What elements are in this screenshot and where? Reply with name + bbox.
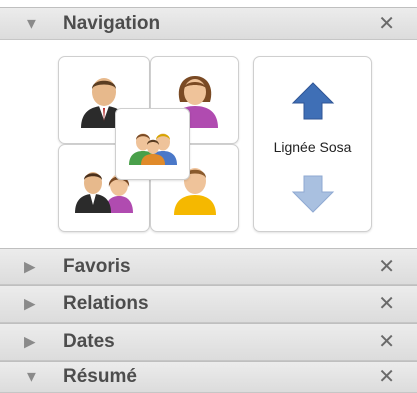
panel-header-resume[interactable]: ▼ Résumé ✕ (0, 361, 417, 393)
close-icon[interactable]: ✕ (378, 294, 395, 314)
disclosure-collapsed-icon[interactable]: ▶ (24, 335, 36, 350)
disclosure-expanded-icon[interactable]: ▼ (24, 16, 39, 31)
sosa-lineage-label: Lignée Sosa (273, 139, 352, 155)
close-icon[interactable]: ✕ (378, 332, 395, 352)
panel-title: Dates (63, 331, 115, 352)
close-icon[interactable]: ✕ (378, 257, 395, 277)
close-icon[interactable]: ✕ (378, 367, 395, 387)
panel-header-favoris[interactable]: ▶ Favoris ✕ (0, 248, 417, 285)
family-button[interactable] (115, 108, 190, 180)
arrow-down-icon[interactable] (291, 174, 335, 214)
panel-header-navigation[interactable]: ▼ Navigation ✕ (0, 7, 417, 40)
navigation-panel-body: Lignée Sosa (0, 40, 417, 248)
disclosure-collapsed-icon[interactable]: ▶ (24, 297, 36, 312)
family-group-icon (128, 133, 177, 165)
disclosure-expanded-icon[interactable]: ▼ (24, 370, 39, 385)
panel-title: Résumé (63, 366, 137, 387)
panel-header-dates[interactable]: ▶ Dates ✕ (0, 323, 417, 361)
disclosure-collapsed-icon[interactable]: ▶ (24, 259, 36, 274)
arrow-up-icon[interactable] (291, 81, 335, 121)
close-icon[interactable]: ✕ (378, 14, 395, 34)
panel-header-relations[interactable]: ▶ Relations ✕ (0, 285, 417, 323)
panel-title: Navigation (63, 12, 161, 34)
panel-title: Relations (63, 293, 149, 314)
panel-title: Favoris (63, 255, 131, 277)
sosa-lineage-panel: Lignée Sosa (253, 56, 372, 232)
